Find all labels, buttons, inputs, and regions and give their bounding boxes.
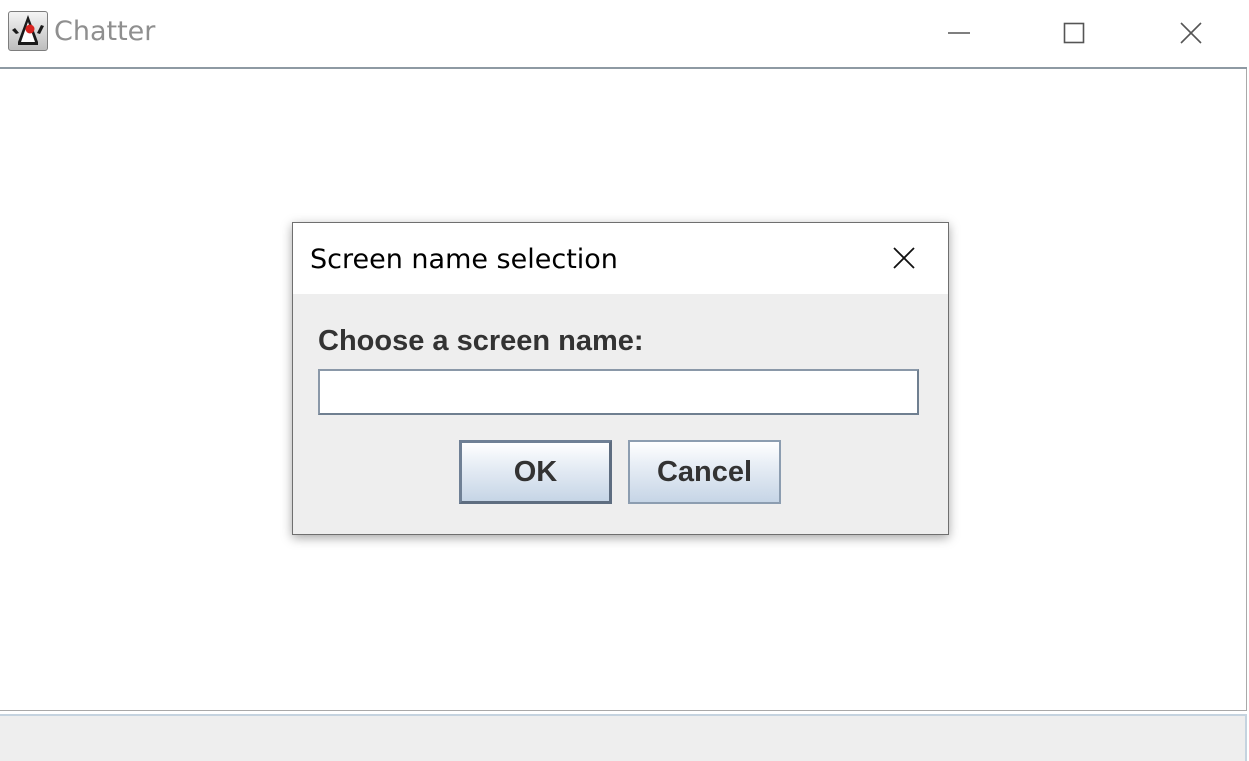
dialog-titlebar[interactable]: Screen name selection <box>293 223 948 294</box>
screen-name-dialog: Screen name selection Choose a screen na… <box>292 222 949 535</box>
chatter-window: Chatter Screen name selection Choose a s… <box>0 0 1249 761</box>
dialog-title: Screen name selection <box>310 244 618 275</box>
maximize-button[interactable] <box>1051 10 1097 56</box>
ok-button[interactable]: OK <box>459 440 612 504</box>
cancel-button[interactable]: Cancel <box>628 440 781 504</box>
minimize-button[interactable] <box>936 10 982 56</box>
bottom-panel <box>0 714 1247 761</box>
maximize-icon <box>1063 22 1085 44</box>
close-icon <box>893 247 915 269</box>
window-titlebar[interactable]: Chatter <box>0 0 1249 67</box>
close-icon <box>1180 22 1202 44</box>
screen-name-input[interactable] <box>318 369 919 415</box>
window-close-button[interactable] <box>1168 10 1214 56</box>
dialog-body: Choose a screen name: OK Cancel <box>293 294 948 534</box>
window-title: Chatter <box>54 16 156 47</box>
screen-name-label: Choose a screen name: <box>318 325 644 357</box>
java-duke-icon[interactable] <box>8 11 48 51</box>
dialog-close-button[interactable] <box>883 237 925 279</box>
minimize-icon <box>948 32 970 34</box>
